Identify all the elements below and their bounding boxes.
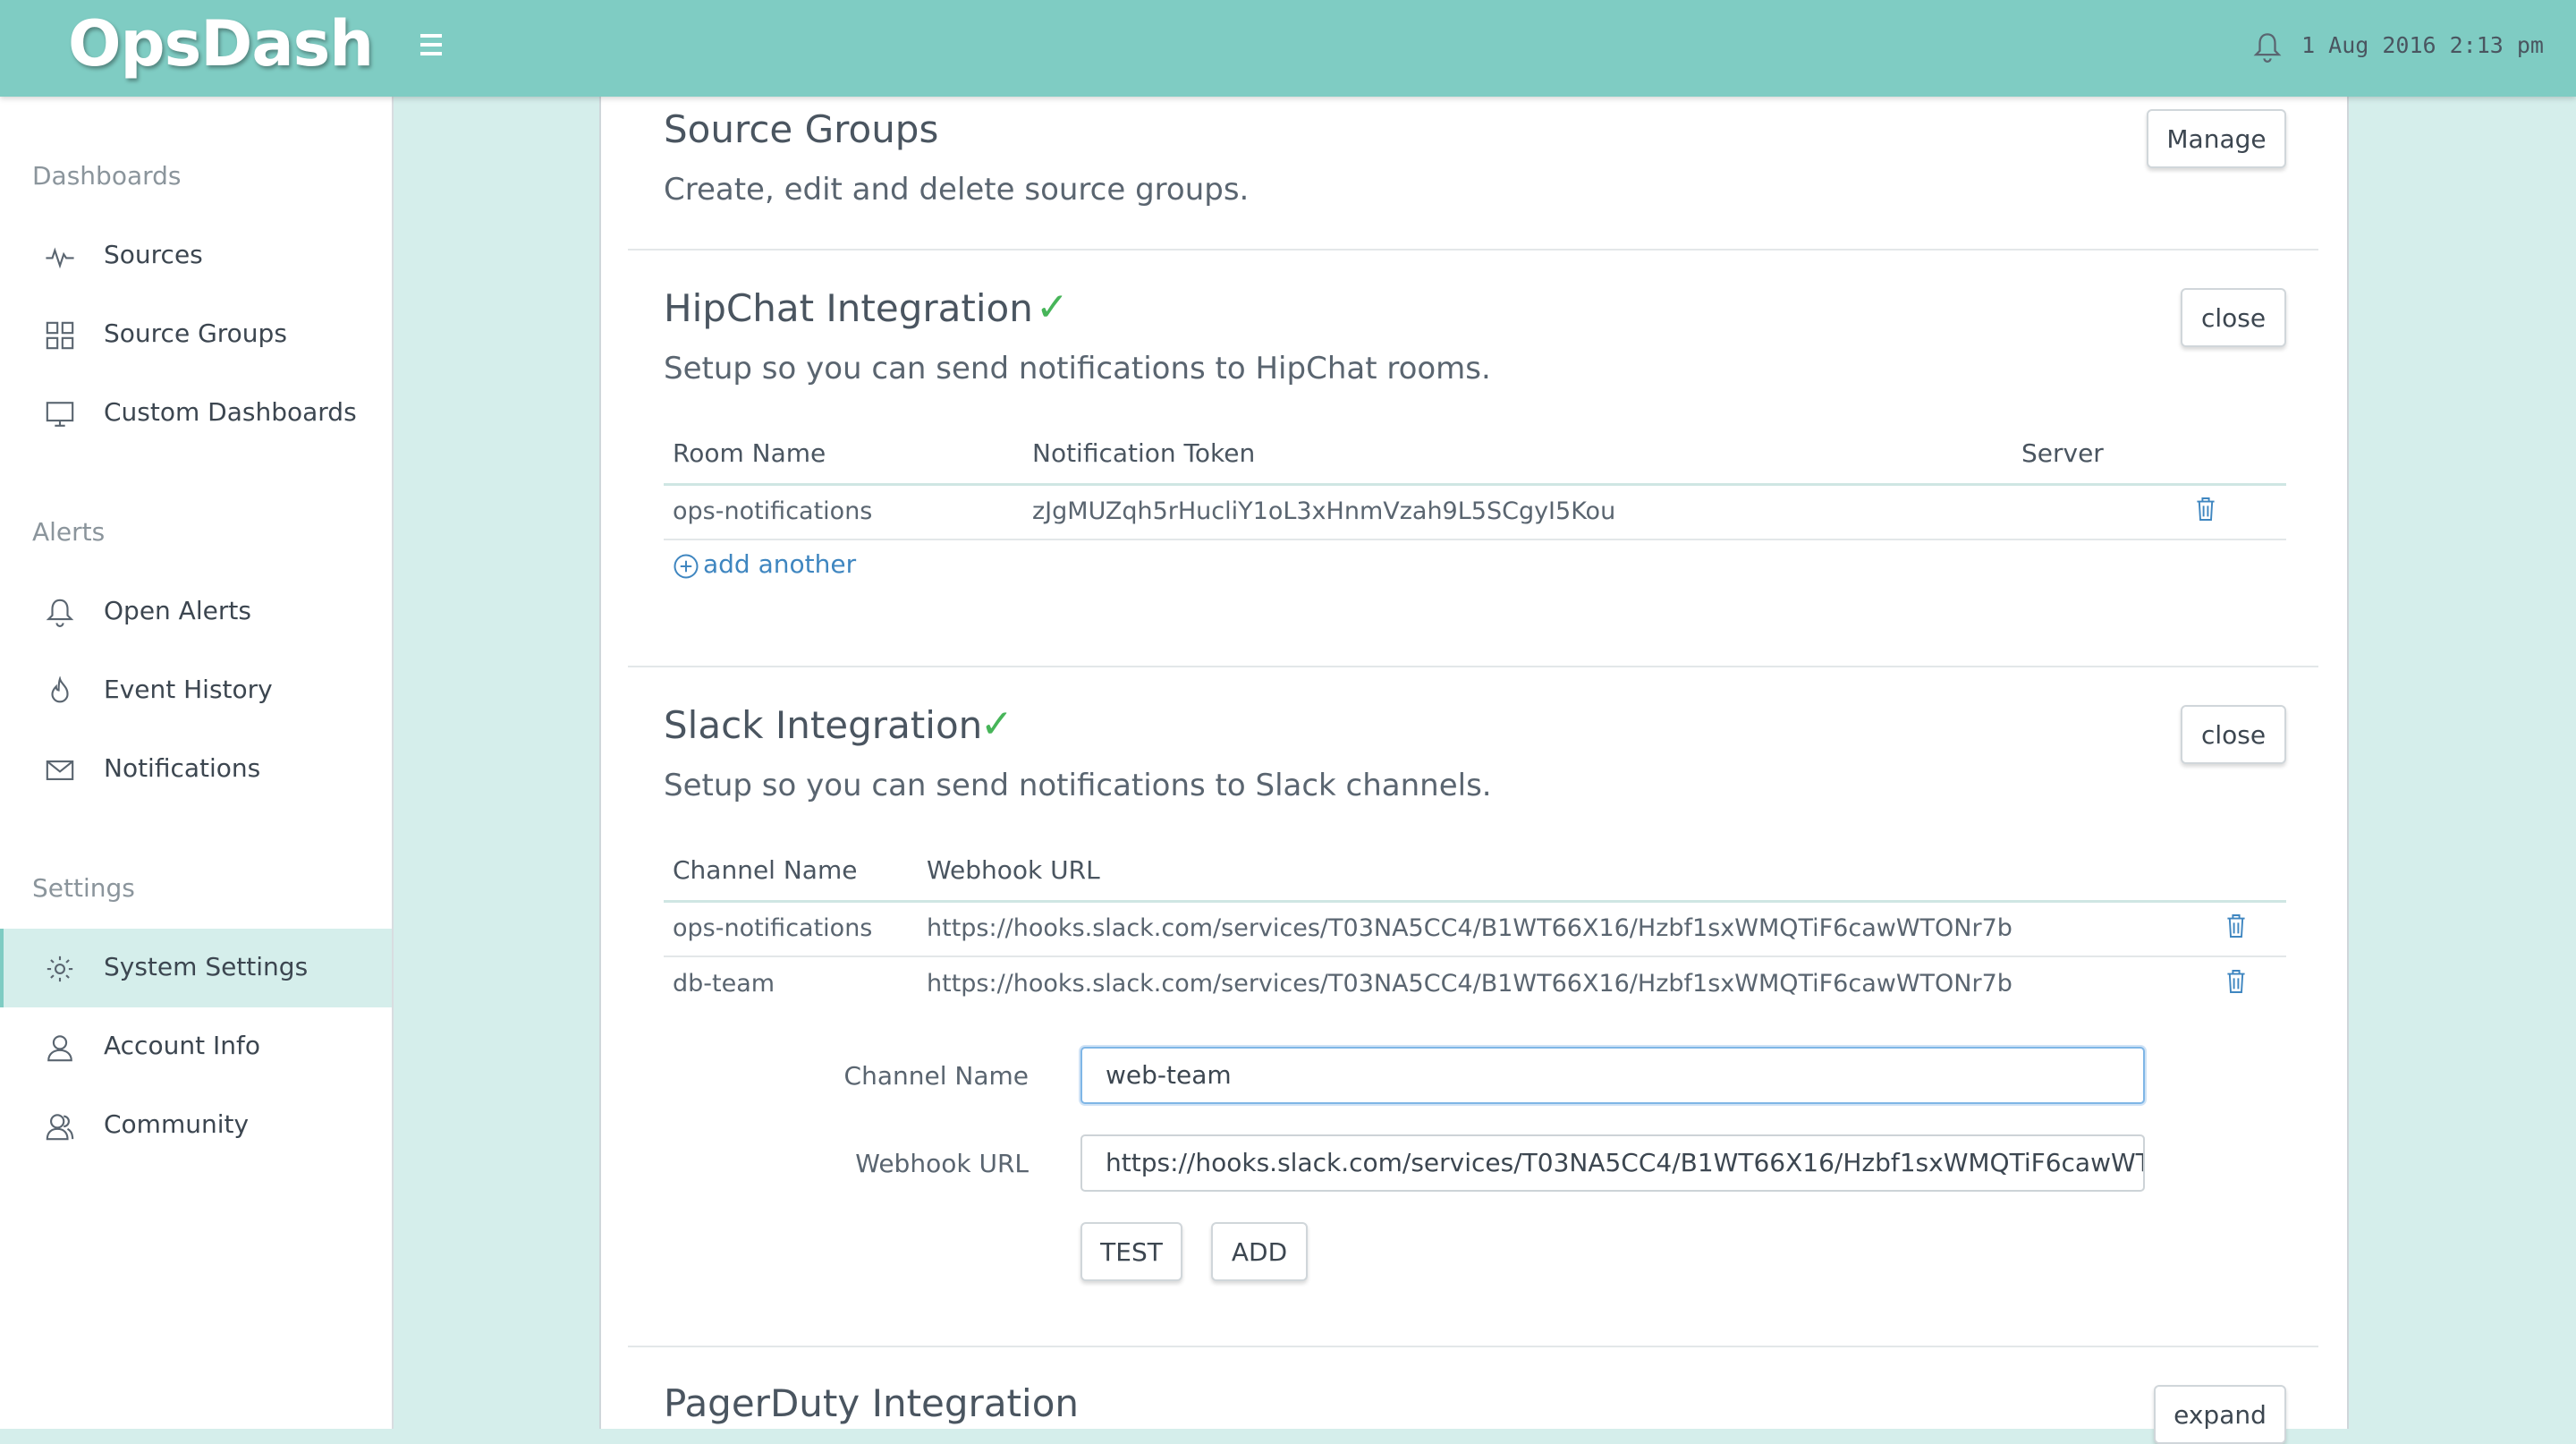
sidebar-item-account-info[interactable]: Account Info — [0, 1007, 392, 1086]
column-header-channel-name: Channel Name — [673, 855, 858, 885]
token-cell: zJgMUZqh5rHucliY1oL3xHnmVzah9L5SCgyI5Kou — [1032, 497, 1616, 525]
source-groups-title: Source Groups — [664, 107, 939, 151]
manage-source-groups-button[interactable]: Manage — [2147, 109, 2286, 168]
sidebar-item-label: Community — [104, 1109, 250, 1139]
sidebar-item-label: Source Groups — [104, 319, 287, 348]
table-header-line — [664, 900, 2286, 903]
hipchat-close-button[interactable]: close — [2181, 288, 2286, 347]
pagerduty-expand-button[interactable]: expand — [2154, 1385, 2286, 1444]
trash-icon[interactable] — [2225, 968, 2247, 995]
column-header-notification-token: Notification Token — [1032, 438, 1256, 468]
trash-icon[interactable] — [2225, 913, 2247, 939]
gear-icon — [47, 956, 73, 982]
section-divider — [628, 1346, 2318, 1347]
sidebar-item-label: System Settings — [104, 952, 309, 981]
source-groups-description: Create, edit and delete source groups. — [664, 172, 1250, 208]
current-datetime: 1 Aug 2016 2:13 pm — [2301, 32, 2544, 58]
sidebar-item-community[interactable]: Community — [0, 1086, 392, 1165]
column-header-server: Server — [2021, 438, 2104, 468]
plus-circle-icon[interactable] — [673, 553, 699, 580]
table-header-line — [664, 483, 2286, 486]
trash-icon[interactable] — [2195, 496, 2216, 522]
row-divider — [664, 539, 2286, 540]
sidebar-item-label: Event History — [104, 675, 273, 704]
sidebar-item-notifications[interactable]: Notifications — [0, 730, 392, 809]
bell-icon — [46, 599, 74, 627]
sidebar-section-dashboards: Dashboards — [32, 161, 182, 191]
grid-icon — [46, 321, 74, 350]
top-bar: OpsDash 1 Aug 2016 2:13 pm — [0, 0, 2576, 97]
sidebar-item-label: Notifications — [104, 753, 261, 783]
webhook-url-cell: https://hooks.slack.com/services/T03NA5C… — [927, 914, 2012, 942]
channel-name-cell: db-team — [673, 970, 775, 998]
sidebar-item-label: Sources — [104, 240, 203, 269]
hipchat-check-icon: ✓ — [1036, 285, 1069, 330]
add-button[interactable]: ADD — [1211, 1222, 1308, 1281]
row-divider — [664, 956, 2286, 957]
sidebar-section-alerts: Alerts — [32, 517, 106, 547]
sidebar-item-label: Account Info — [104, 1031, 260, 1060]
envelope-icon — [46, 760, 74, 780]
user-icon — [47, 1035, 72, 1062]
slack-title: Slack Integration — [664, 703, 983, 747]
sidebar-item-system-settings[interactable]: System Settings — [0, 929, 392, 1007]
bell-icon[interactable] — [2252, 30, 2283, 66]
slack-description: Setup so you can send notifications to S… — [664, 768, 1492, 803]
sidebar-item-label: Open Alerts — [104, 596, 251, 625]
channel-name-cell: ops-notifications — [673, 914, 873, 942]
slack-check-icon: ✓ — [980, 701, 1013, 747]
sidebar-item-source-groups[interactable]: Source Groups — [0, 295, 392, 374]
sidebar-section-settings: Settings — [32, 873, 135, 903]
flame-icon — [51, 676, 69, 703]
webhook-url-cell: https://hooks.slack.com/services/T03NA5C… — [927, 970, 2012, 998]
settings-panel: Source Groups Create, edit and delete so… — [599, 97, 2349, 1444]
test-button[interactable]: TEST — [1080, 1222, 1182, 1281]
app-logo[interactable]: OpsDash — [68, 7, 374, 81]
add-another-link[interactable]: add another — [703, 549, 856, 579]
pagerduty-title: PagerDuty Integration — [664, 1381, 1080, 1425]
webhook-url-input[interactable]: https://hooks.slack.com/services/T03NA5C… — [1080, 1134, 2145, 1192]
sidebar-item-custom-dashboards[interactable]: Custom Dashboards — [0, 374, 392, 453]
channel-name-label: Channel Name — [843, 1061, 1029, 1091]
hipchat-title: HipChat Integration — [664, 286, 1033, 330]
webhook-url-label: Webhook URL — [855, 1149, 1029, 1178]
monitor-icon — [46, 402, 74, 427]
slack-close-button[interactable]: close — [2181, 705, 2286, 764]
users-icon — [46, 1114, 74, 1141]
column-header-webhook-url: Webhook URL — [927, 855, 1100, 885]
sidebar-item-open-alerts[interactable]: Open Alerts — [0, 573, 392, 651]
column-header-room-name: Room Name — [673, 438, 826, 468]
section-divider — [628, 249, 2318, 251]
channel-name-input[interactable]: web-team — [1080, 1047, 2145, 1104]
section-divider — [628, 666, 2318, 667]
sidebar-item-label: Custom Dashboards — [104, 397, 357, 427]
room-name-cell: ops-notifications — [673, 497, 873, 525]
hipchat-description: Setup so you can send notifications to H… — [664, 351, 1491, 386]
pulse-icon — [46, 247, 74, 269]
menu-toggle-icon[interactable] — [420, 30, 456, 61]
sidebar: Dashboards Sources Source Groups Custom … — [0, 97, 394, 1429]
sidebar-item-event-history[interactable]: Event History — [0, 651, 392, 730]
sidebar-item-sources[interactable]: Sources — [0, 217, 392, 295]
